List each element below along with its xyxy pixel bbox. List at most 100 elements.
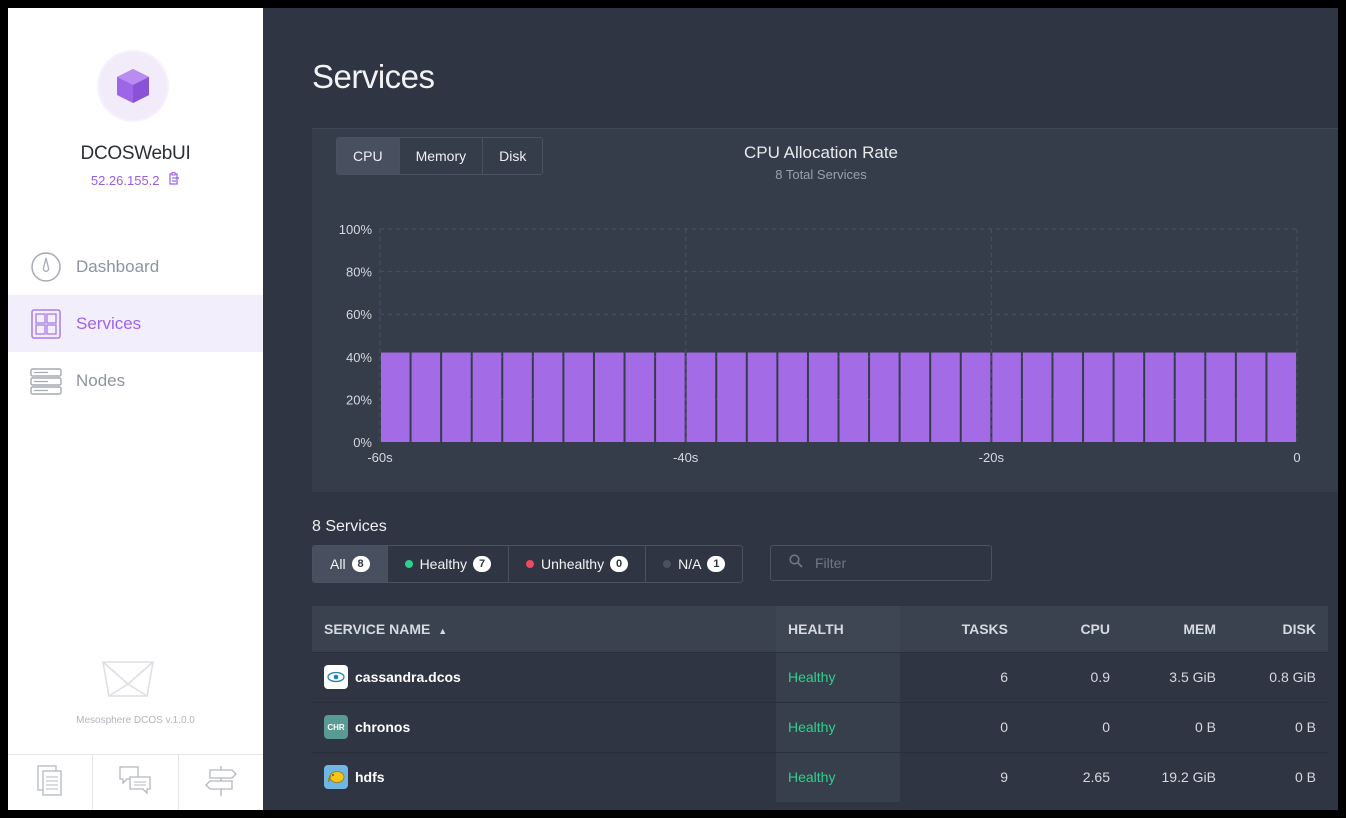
sidebar-item-label: Nodes <box>76 370 126 390</box>
app-window: DCOSWebUI 52.26.155.2 Dashboard Services… <box>8 8 1338 810</box>
sidebar-item-dashboard[interactable]: Dashboard <box>8 238 263 295</box>
table-row[interactable]: cassandra.dcos Healthy 6 0.9 3.5 GiB 0.8… <box>312 652 1328 702</box>
docs-icon <box>37 764 63 802</box>
chart-bar <box>1267 352 1296 442</box>
chart-bar <box>411 352 441 442</box>
service-name-cell: hdfs <box>312 752 776 802</box>
filter-count-badge: 1 <box>707 556 726 572</box>
health-cell: Healthy <box>776 752 900 802</box>
chart-bar <box>1175 352 1205 442</box>
signpost-button[interactable] <box>179 755 263 810</box>
service-name-link[interactable]: cassandra.dcos <box>355 669 461 685</box>
chart-bar <box>717 352 746 442</box>
filter-count-badge: 0 <box>610 556 629 572</box>
sidebar-bottom-bar <box>8 754 263 810</box>
column-header-health[interactable]: HEALTH <box>776 606 900 652</box>
cpu-cell: 0.9 <box>1090 669 1110 685</box>
cluster-name: DCOSWebUI <box>80 143 191 164</box>
cluster-avatar[interactable] <box>99 52 167 120</box>
filter-unhealthy-button[interactable]: Unhealthy 0 <box>509 546 647 582</box>
filter-label: N/A <box>678 556 702 572</box>
table-row[interactable]: hdfs Healthy 9 2.65 19.2 GiB 0 B <box>312 752 1328 802</box>
mem-cell: 19.2 GiB <box>1161 769 1216 786</box>
chart-bar <box>564 352 593 442</box>
filter-all-button[interactable]: All 8 <box>313 546 388 582</box>
y-tick-label: 20% <box>346 392 372 407</box>
table-header-row: SERVICE NAME ▲ HEALTH TASKS CPU MEM DISK <box>312 606 1328 652</box>
filter-search-box[interactable] <box>770 545 992 581</box>
chart-bar <box>747 352 777 442</box>
chart-bar <box>594 352 624 442</box>
dashboard-icon <box>30 251 62 283</box>
cpu-cell: 0 <box>1102 719 1110 735</box>
filter-na-button[interactable]: N/A 1 <box>646 546 742 582</box>
y-tick-label: 60% <box>346 307 372 322</box>
copy-clipboard-icon[interactable] <box>169 172 180 188</box>
health-cell: Healthy <box>776 702 900 752</box>
chart-bar <box>778 352 807 442</box>
service-name-cell: CHR chronos <box>312 702 776 752</box>
health-cell: Healthy <box>776 652 900 702</box>
service-name-link[interactable]: chronos <box>355 719 410 735</box>
column-header-cpu[interactable]: CPU <box>1020 606 1122 652</box>
service-name-link[interactable]: hdfs <box>355 769 385 785</box>
chart-bar <box>839 352 869 442</box>
sort-ascending-icon: ▲ <box>438 625 448 636</box>
x-tick-label: -20s <box>979 450 1005 465</box>
services-grid-icon <box>30 308 62 340</box>
y-tick-label: 40% <box>346 350 372 365</box>
cpu-cell: 2.65 <box>1082 769 1110 786</box>
chart-bar <box>503 352 532 442</box>
y-tick-label: 100% <box>339 222 373 237</box>
signpost-icon <box>204 764 238 803</box>
mesosphere-logo-icon <box>101 660 155 703</box>
x-tick-label: -40s <box>673 450 699 465</box>
hdfs-elephant-icon <box>324 765 348 790</box>
chat-icon <box>118 765 152 802</box>
na-dot-icon <box>663 560 672 568</box>
main-content: Services CPU Memory Disk CPU Allocation … <box>263 8 1338 810</box>
unhealthy-dot-icon <box>526 560 535 568</box>
filter-healthy-button[interactable]: Healthy 7 <box>388 546 510 582</box>
service-name-cell: cassandra.dcos <box>312 652 776 702</box>
docs-button[interactable] <box>8 755 94 810</box>
column-header-tasks[interactable]: TASKS <box>900 606 1020 652</box>
page-title: Services <box>312 58 435 95</box>
nodes-server-icon <box>30 365 62 397</box>
chart-bar <box>961 352 991 442</box>
tasks-cell: 9 <box>1000 769 1008 786</box>
chat-button[interactable] <box>93 755 179 810</box>
chart-bar <box>900 352 930 442</box>
healthy-dot-icon <box>404 560 413 568</box>
column-header-disk[interactable]: DISK <box>1228 606 1328 652</box>
chart-bar <box>625 352 655 442</box>
chart-bar <box>656 352 685 442</box>
cpu-allocation-chart: 100% 80% 60% 40% 20% 0%-60s -40s -20s 0 <box>339 222 1301 465</box>
health-filter-group: All 8 Healthy 7 Unhealthy 0 N/A 1 <box>312 545 744 583</box>
table-row[interactable]: CHR chronos Healthy 0 0 0 B 0 B <box>312 702 1328 752</box>
sidebar-item-nodes[interactable]: Nodes <box>8 352 263 409</box>
chart-bar <box>870 352 899 442</box>
column-header-mem[interactable]: MEM <box>1122 606 1228 652</box>
sidebar: DCOSWebUI 52.26.155.2 Dashboard Services… <box>8 8 263 810</box>
services-table-wrap: SERVICE NAME ▲ HEALTH TASKS CPU MEM DISK <box>312 606 1328 810</box>
chart-bar <box>931 352 960 442</box>
disk-cell: 0 B <box>1294 769 1316 786</box>
services-table: SERVICE NAME ▲ HEALTH TASKS CPU MEM DISK <box>312 606 1328 802</box>
chart-panel: CPU Memory Disk CPU Allocation Rate 8 To… <box>312 128 1338 492</box>
column-header-service-name[interactable]: SERVICE NAME ▲ <box>312 606 776 652</box>
x-tick-label: -60s <box>367 450 393 465</box>
sidebar-nav: Dashboard Services Nodes <box>8 238 263 409</box>
chart-bar <box>1206 352 1235 442</box>
sidebar-item-services[interactable]: Services <box>8 295 263 352</box>
chart-bar <box>381 352 410 442</box>
chart-bar <box>1145 352 1174 442</box>
x-tick-label: 0 <box>1293 450 1300 465</box>
mem-cell: 3.5 GiB <box>1169 669 1216 685</box>
chart-bar <box>1053 352 1083 442</box>
chart-bar <box>686 352 716 442</box>
y-tick-label: 80% <box>346 265 372 280</box>
y-tick-label: 0% <box>353 435 372 450</box>
filter-input[interactable] <box>813 554 987 572</box>
version-label: Mesosphere DCOS v.1.0.0 <box>76 715 195 726</box>
